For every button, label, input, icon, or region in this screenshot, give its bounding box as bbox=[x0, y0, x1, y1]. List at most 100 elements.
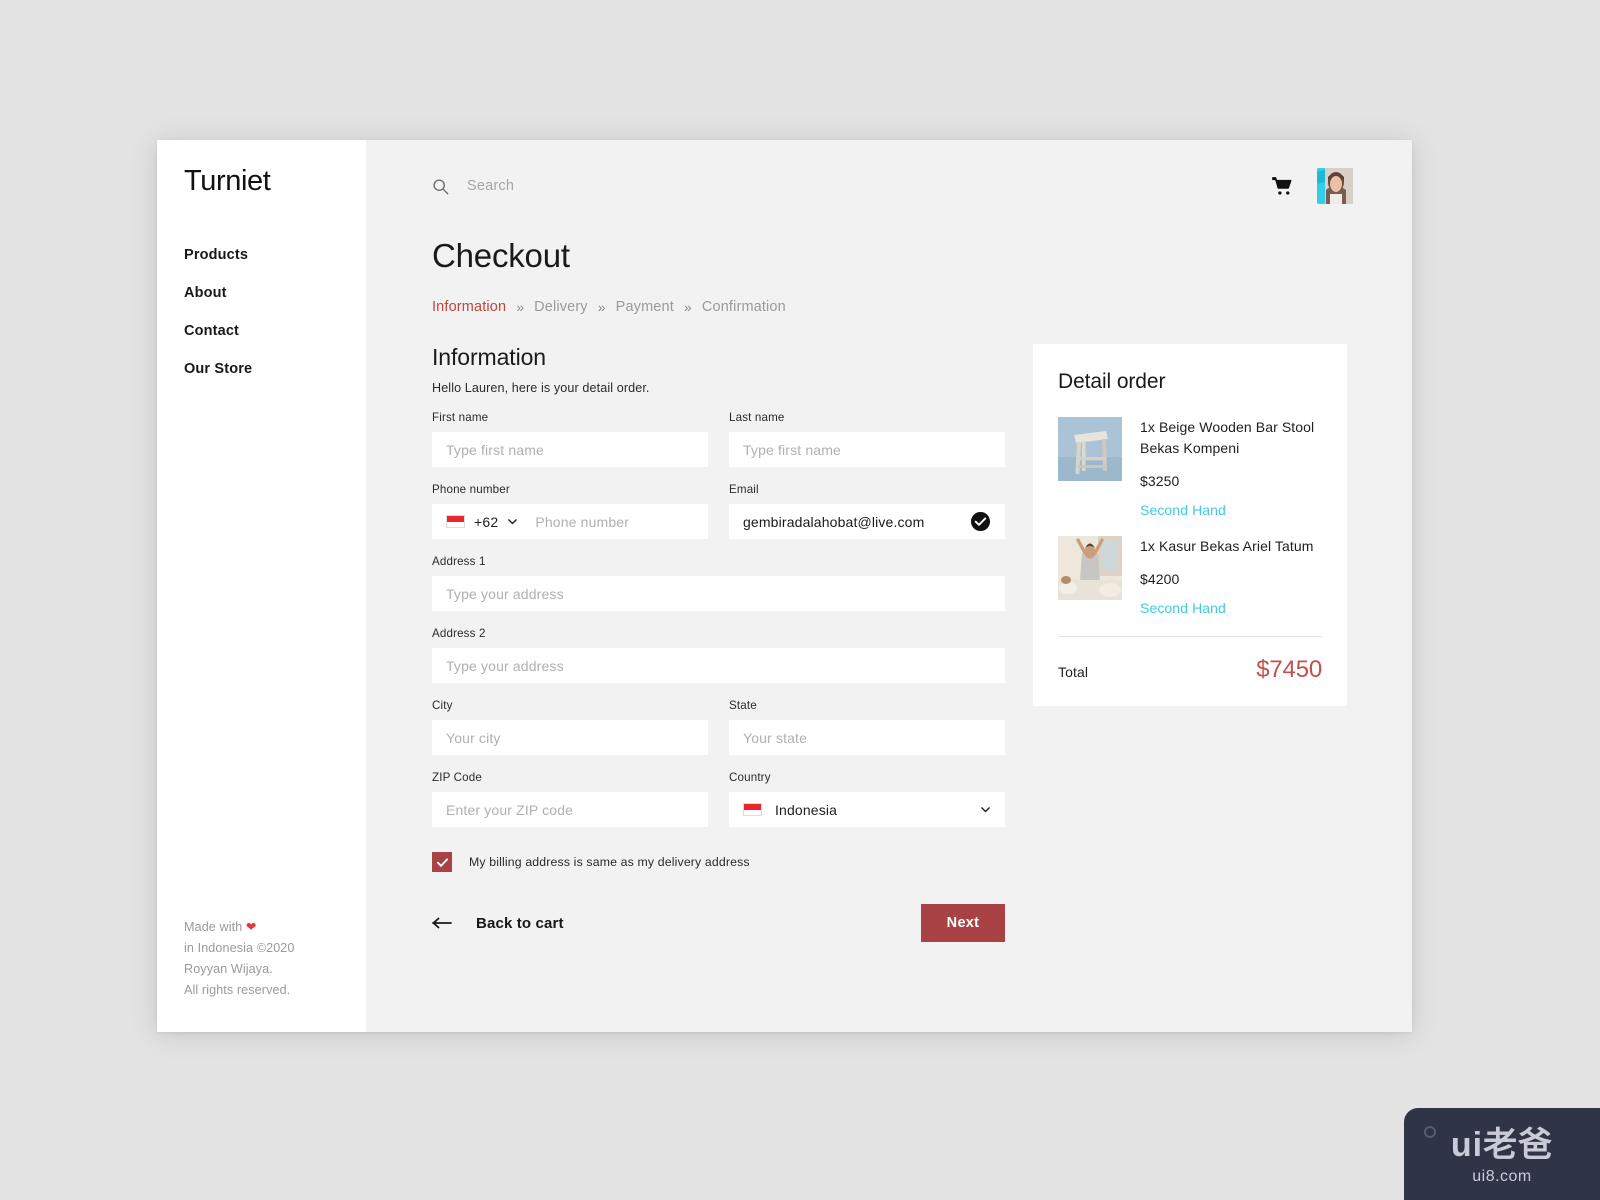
last-name-label: Last name bbox=[729, 411, 785, 424]
country-select[interactable]: Indonesia bbox=[729, 792, 1005, 827]
country-code-value: +62 bbox=[474, 513, 499, 530]
sidebar-item-products[interactable]: Products bbox=[184, 236, 366, 274]
form-row-city-state: City State bbox=[432, 699, 1005, 755]
heart-icon: ❤ bbox=[245, 920, 257, 934]
avatar[interactable] bbox=[1317, 168, 1353, 204]
city-input[interactable] bbox=[432, 720, 708, 755]
order-item-tag[interactable]: Second Hand bbox=[1140, 600, 1322, 616]
breadcrumb-step-confirmation[interactable]: Confirmation bbox=[702, 299, 786, 315]
main-content: Checkout Information » Delivery » Paymen… bbox=[366, 140, 1412, 1032]
search-bar[interactable] bbox=[432, 178, 1272, 195]
field-email: Email bbox=[729, 483, 1005, 539]
billing-address-checkbox[interactable] bbox=[432, 852, 452, 872]
section-title: Information bbox=[432, 344, 546, 370]
greeting-text: Hello Lauren, here is your detail order. bbox=[432, 381, 650, 395]
order-item-info: 1x Kasur Bekas Ariel Tatum $4200 Second … bbox=[1140, 536, 1322, 616]
sidebar-nav-list: Products About Contact Our Store bbox=[184, 236, 366, 388]
chevron-down-icon bbox=[508, 519, 518, 525]
order-item: 1x Beige Wooden Bar Stool Bekas Kompeni … bbox=[1058, 417, 1322, 518]
form-row-address2: Address 2 bbox=[432, 627, 1005, 683]
watermark-sub-text: ui8.com bbox=[1472, 1168, 1532, 1185]
phone-number-input[interactable] bbox=[531, 513, 708, 530]
chevron-down-icon bbox=[981, 807, 990, 813]
order-divider bbox=[1058, 636, 1322, 637]
phone-label: Phone number bbox=[432, 483, 510, 496]
next-button[interactable]: Next bbox=[921, 904, 1005, 942]
sidebar-footer: Made with ❤ in Indonesia ©2020 Royyan Wi… bbox=[184, 917, 295, 1001]
last-name-input[interactable] bbox=[729, 432, 1005, 467]
billing-address-label: My billing address is same as my deliver… bbox=[469, 855, 750, 869]
product-thumbnail-bed bbox=[1058, 536, 1122, 600]
check-icon bbox=[436, 857, 448, 867]
brand-logo[interactable]: Turniet bbox=[184, 165, 366, 198]
search-input[interactable] bbox=[467, 178, 727, 194]
content-area: Information Hello Lauren, here is your d… bbox=[432, 344, 1412, 942]
check-circle-icon bbox=[970, 511, 991, 532]
product-thumbnail-bar-stool bbox=[1058, 417, 1122, 481]
field-zip: ZIP Code bbox=[432, 771, 708, 827]
breadcrumb-step-delivery[interactable]: Delivery bbox=[534, 299, 588, 315]
zip-label: ZIP Code bbox=[432, 771, 482, 784]
search-icon bbox=[433, 178, 449, 194]
zip-input[interactable] bbox=[432, 792, 708, 827]
watermark-main-text: ui老爸 bbox=[1450, 1126, 1554, 1164]
page-title: Checkout bbox=[432, 237, 570, 274]
back-to-cart-label: Back to cart bbox=[476, 914, 564, 932]
email-input-group bbox=[729, 504, 1005, 539]
cart-icon[interactable] bbox=[1272, 176, 1293, 197]
form-row-address1: Address 1 bbox=[432, 555, 1005, 611]
watermark-dot-icon bbox=[1424, 1126, 1436, 1138]
address1-label: Address 1 bbox=[432, 555, 486, 568]
order-item-name: 1x Kasur Bekas Ariel Tatum bbox=[1140, 538, 1314, 554]
form-row-name: First name Last name bbox=[432, 411, 1005, 467]
bedroom-photo bbox=[1058, 536, 1122, 600]
address1-input[interactable] bbox=[432, 576, 1005, 611]
footer-line-2: in Indonesia ©2020 bbox=[184, 941, 295, 955]
order-item-price: $3250 bbox=[1140, 473, 1180, 489]
top-bar bbox=[432, 140, 1412, 232]
avatar-image bbox=[1317, 168, 1353, 204]
field-country: Country Indonesia bbox=[729, 771, 1005, 827]
field-last-name: Last name bbox=[729, 411, 1005, 467]
order-item-name: 1x Beige Wooden Bar Stool Bekas Kompeni bbox=[1140, 419, 1315, 456]
back-to-cart-button[interactable]: Back to cart bbox=[432, 915, 564, 932]
form-actions: Back to cart Next bbox=[432, 904, 1005, 942]
state-input[interactable] bbox=[729, 720, 1005, 755]
watermark-badge: ui老爸 ui8.com bbox=[1404, 1108, 1600, 1200]
sidebar-item-contact[interactable]: Contact bbox=[184, 312, 366, 350]
country-code-select[interactable]: +62 bbox=[432, 504, 531, 539]
order-total-row: Total $7450 bbox=[1058, 656, 1322, 684]
arrow-left-icon bbox=[432, 917, 452, 929]
country-label: Country bbox=[729, 771, 771, 784]
order-item-tag[interactable]: Second Hand bbox=[1140, 502, 1322, 518]
field-address-1: Address 1 bbox=[432, 555, 1005, 611]
detail-order-card: Detail order 1x Beige Wooden Bar Stool B… bbox=[1033, 344, 1347, 706]
footer-line-4: All rights reserved. bbox=[184, 983, 291, 997]
email-input[interactable] bbox=[743, 513, 970, 530]
first-name-input[interactable] bbox=[432, 432, 708, 467]
breadcrumb-step-information[interactable]: Information bbox=[432, 299, 506, 315]
field-phone: Phone number +62 bbox=[432, 483, 708, 539]
field-state: State bbox=[729, 699, 1005, 755]
form-row-contact: Phone number +62 Phone number Email gemb… bbox=[432, 483, 1005, 539]
billing-address-row: My billing address is same as my deliver… bbox=[432, 852, 1005, 872]
order-item: 1x Kasur Bekas Ariel Tatum $4200 Second … bbox=[1058, 536, 1322, 616]
order-total-label: Total bbox=[1058, 664, 1089, 680]
order-item-price: $4200 bbox=[1140, 571, 1180, 587]
sidebar-item-about[interactable]: About bbox=[184, 274, 366, 312]
footer-made-with: Made with bbox=[184, 920, 246, 934]
email-label: Email bbox=[729, 483, 759, 496]
address2-label: Address 2 bbox=[432, 627, 486, 640]
information-form: Information Hello Lauren, here is your d… bbox=[432, 344, 1005, 942]
first-name-label: First name bbox=[432, 411, 489, 424]
form-row-zip-country: ZIP Code Country Indonesia bbox=[432, 771, 1005, 827]
breadcrumb-separator: » bbox=[597, 299, 606, 315]
sidebar-item-our-store[interactable]: Our Store bbox=[184, 350, 366, 388]
breadcrumb-step-payment[interactable]: Payment bbox=[616, 299, 674, 315]
footer-line-1: Made with ❤ bbox=[184, 917, 295, 938]
sidebar: Turniet Products About Contact Our Store… bbox=[157, 140, 366, 1032]
app-window: Turniet Products About Contact Our Store… bbox=[157, 140, 1412, 1032]
footer-line-3: Royyan Wijaya. bbox=[184, 962, 273, 976]
field-address-2: Address 2 bbox=[432, 627, 1005, 683]
address2-input[interactable] bbox=[432, 648, 1005, 683]
